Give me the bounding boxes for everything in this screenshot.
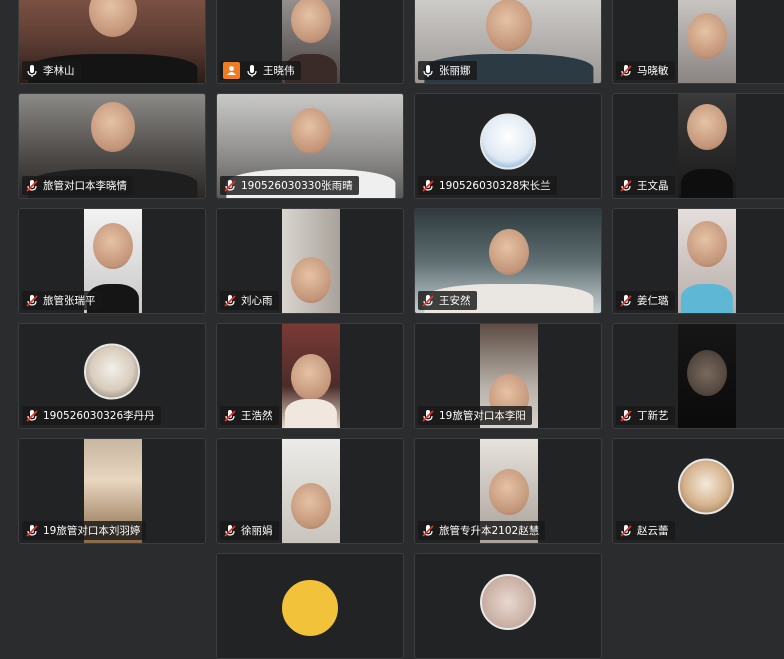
participant-name: 旅管对口本李晓情 xyxy=(43,180,127,192)
video-tile[interactable]: 旅管专升本2102赵慧 xyxy=(414,438,602,544)
video-tile[interactable]: 旅管张瑞平 xyxy=(18,208,206,314)
participant-label: 190526030330张雨晴 xyxy=(220,176,359,195)
mic-muted-icon xyxy=(26,294,38,307)
mic-muted-icon xyxy=(620,64,632,77)
video-tile[interactable]: 马晓敏 xyxy=(612,0,784,84)
video-tile[interactable]: 19旅管对口本李阳 xyxy=(414,323,602,429)
video-tile[interactable]: 张丽娜 xyxy=(414,0,602,84)
video-tile[interactable]: 王浩然 xyxy=(216,323,404,429)
video-tile[interactable]: 19旅管对口本刘羽婷 xyxy=(18,438,206,544)
mic-muted-icon xyxy=(224,409,236,422)
participant-label: 王文晶 xyxy=(616,176,675,195)
mic-muted-icon xyxy=(26,409,38,422)
participant-label: 张丽娜 xyxy=(418,61,477,80)
participant-name: 旅管张瑞平 xyxy=(43,295,96,307)
mic-muted-icon xyxy=(620,409,632,422)
participant-label: 姜仁璐 xyxy=(616,291,675,310)
mic-muted-icon xyxy=(224,179,236,192)
participant-label: 王晓伟 xyxy=(220,61,301,80)
avatar xyxy=(678,458,734,515)
participant-name: 李林山 xyxy=(43,65,75,77)
participant-label: 19旅管对口本刘羽婷 xyxy=(22,521,147,540)
participant-label: 旅管专升本2102赵慧 xyxy=(418,521,546,540)
mic-muted-icon xyxy=(422,524,434,537)
participant-name: 旅管专升本2102赵慧 xyxy=(439,525,540,537)
participant-label: 19旅管对口本李阳 xyxy=(418,406,532,425)
participant-name: 张丽娜 xyxy=(439,65,471,77)
participant-label: 李林山 xyxy=(22,61,81,80)
mic-muted-icon xyxy=(422,179,434,192)
video-tile[interactable]: 190526030330张雨晴 xyxy=(216,93,404,199)
participant-label: 旅管张瑞平 xyxy=(22,291,102,310)
video-tile[interactable]: 徐丽娟 xyxy=(216,438,404,544)
video-tile[interactable]: 赵云蕾 xyxy=(612,438,784,544)
mic-muted-icon xyxy=(620,179,632,192)
participant-label: 刘心雨 xyxy=(220,291,279,310)
mic-muted-icon xyxy=(422,409,434,422)
participant-name: 19旅管对口本刘羽婷 xyxy=(43,525,141,537)
participant-name: 190526030330张雨晴 xyxy=(241,180,353,192)
video-tile[interactable]: 刘心雨 xyxy=(216,208,404,314)
avatar xyxy=(84,343,140,400)
video-tile[interactable]: 王文晶 xyxy=(612,93,784,199)
mic-muted-icon xyxy=(224,294,236,307)
video-tile[interactable]: 旅管对口本李晓情 xyxy=(18,93,206,199)
participant-name: 王晓伟 xyxy=(263,65,295,77)
avatar xyxy=(480,113,536,170)
participant-name: 赵云蕾 xyxy=(637,525,669,537)
participant-name: 丁新艺 xyxy=(637,410,669,422)
mic-muted-icon xyxy=(422,294,434,307)
participant-name: 王安然 xyxy=(439,295,471,307)
participant-name: 刘心雨 xyxy=(241,295,273,307)
participant-label: 王安然 xyxy=(418,291,477,310)
participant-label: 190526030328宋长兰 xyxy=(418,176,557,195)
mic-muted-icon xyxy=(620,524,632,537)
participant-name: 姜仁璐 xyxy=(637,295,669,307)
mic-muted-icon xyxy=(26,179,38,192)
video-tile[interactable]: 190526030328宋长兰 xyxy=(414,93,602,199)
mic-on-icon xyxy=(423,64,433,77)
participant-label: 丁新艺 xyxy=(616,406,675,425)
video-tile[interactable]: 190526030326李丹丹 xyxy=(18,323,206,429)
mic-on-icon xyxy=(247,64,257,77)
participant-name: 马晓敏 xyxy=(637,65,669,77)
participant-label: 190526030326李丹丹 xyxy=(22,406,161,425)
video-tile[interactable] xyxy=(216,553,404,659)
host-icon xyxy=(223,62,240,79)
participant-name: 19旅管对口本李阳 xyxy=(439,410,526,422)
video-tile[interactable]: 李林山 xyxy=(18,0,206,84)
participant-label: 赵云蕾 xyxy=(616,521,675,540)
participant-name: 190526030328宋长兰 xyxy=(439,180,551,192)
video-tile[interactable] xyxy=(414,553,602,659)
participant-name: 徐丽娟 xyxy=(241,525,273,537)
mic-muted-icon xyxy=(620,294,632,307)
participant-name: 王文晶 xyxy=(637,180,669,192)
participant-name: 190526030326李丹丹 xyxy=(43,410,155,422)
participant-label: 旅管对口本李晓情 xyxy=(22,176,133,195)
participant-label: 徐丽娟 xyxy=(220,521,279,540)
avatar xyxy=(282,580,338,636)
mic-muted-icon xyxy=(224,524,236,537)
participant-name: 王浩然 xyxy=(241,410,273,422)
avatar xyxy=(480,574,536,630)
video-tile[interactable]: 姜仁璐 xyxy=(612,208,784,314)
video-tile[interactable]: 丁新艺 xyxy=(612,323,784,429)
mic-muted-icon xyxy=(26,524,38,537)
participant-label: 马晓敏 xyxy=(616,61,675,80)
video-tile[interactable]: 王安然 xyxy=(414,208,602,314)
mic-on-icon xyxy=(27,64,37,77)
participant-label: 王浩然 xyxy=(220,406,279,425)
video-tile[interactable]: 王晓伟 xyxy=(216,0,404,84)
